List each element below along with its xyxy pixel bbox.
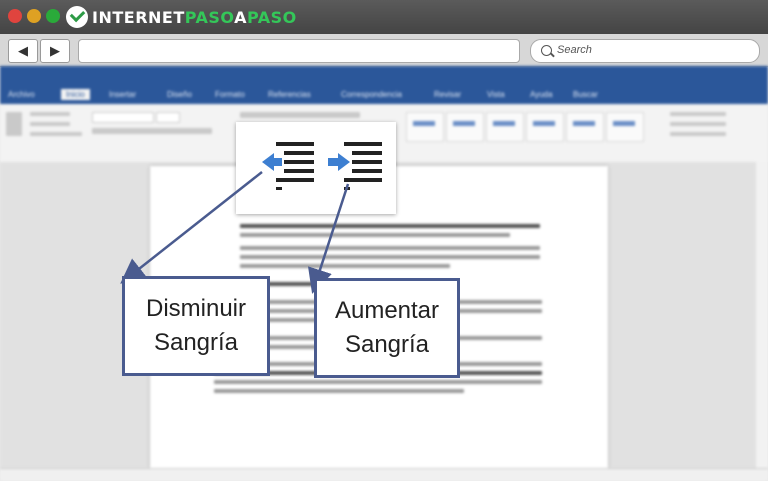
callout-arrows bbox=[120, 171, 350, 294]
decrease-indent-arrow bbox=[120, 171, 263, 284]
increase-indent-arrow bbox=[307, 183, 350, 294]
increase-indent-label: Aumentar Sangría bbox=[314, 278, 460, 378]
decrease-indent-label: Disminuir Sangría bbox=[122, 276, 270, 376]
